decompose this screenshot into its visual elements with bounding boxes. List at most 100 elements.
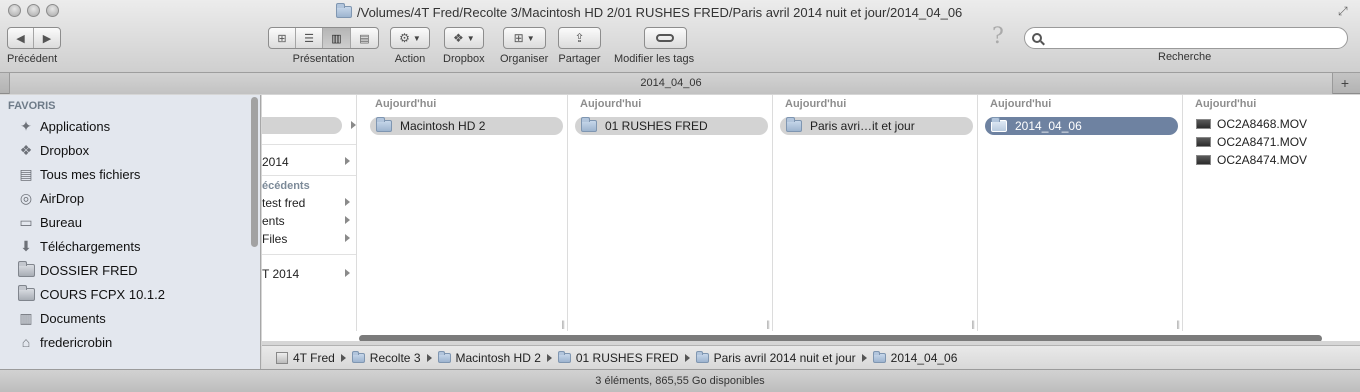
list-view-button[interactable]: ☰: [296, 28, 323, 48]
path-crumb[interactable]: 4T Fred: [276, 351, 335, 365]
drive-icon: [276, 351, 288, 364]
column-header: Aujourd'hui: [1195, 98, 1257, 110]
path-separator-icon: [684, 353, 690, 362]
edit-tags-button[interactable]: [643, 27, 687, 49]
column-header: Aujourd'hui: [990, 98, 1052, 110]
column-resize-handle[interactable]: ||: [971, 319, 975, 329]
list-item[interactable]: test fred: [262, 194, 356, 212]
grid-icon: ⊞: [513, 31, 524, 45]
column-resize-handle[interactable]: ||: [561, 319, 565, 329]
action-button[interactable]: ⚙ ▼: [390, 27, 430, 49]
action-label: Action: [394, 53, 426, 65]
column-3-selected-row[interactable]: Paris avri…it et jour: [780, 117, 987, 135]
folder-icon: [16, 260, 36, 278]
airdrop-icon: ◎: [19, 189, 33, 206]
sidebar-item-desktop[interactable]: ▭ Bureau: [0, 210, 260, 234]
path-bar: 4T Fred Recolte 3 Macintosh HD 2 01 RUSH…: [262, 345, 1360, 369]
file-row[interactable]: OC2A8471.MOV: [1184, 133, 1360, 151]
dropbox-label: Dropbox: [443, 53, 485, 65]
search-input[interactable]: [1046, 29, 1347, 47]
column-5: Aujourd'hui OC2A8468.MOV OC2A8471.MOV OC…: [1184, 95, 1360, 331]
folder-icon: [351, 350, 365, 363]
folder-icon: [437, 350, 451, 363]
sidebar-item-label: Téléchargements: [40, 238, 141, 254]
column-0-subhead: écédents: [262, 180, 310, 192]
column-header: Aujourd'hui: [375, 98, 437, 110]
arrange-button[interactable]: ⊞ ▼: [502, 27, 546, 49]
back-button[interactable]: ◀: [8, 28, 34, 48]
share-button[interactable]: ⇪: [558, 27, 601, 49]
column-0-selected-row[interactable]: [262, 117, 356, 134]
path-crumb[interactable]: Paris avril 2014 nuit et jour: [695, 350, 856, 365]
coverflow-view-button[interactable]: ▤: [351, 28, 378, 48]
sidebar-item-label: COURS FCPX 10.1.2: [40, 286, 165, 302]
path-crumb[interactable]: Recolte 3: [351, 350, 421, 365]
zoom-window-button[interactable]: [46, 4, 59, 17]
list-item[interactable]: ents: [262, 212, 356, 230]
path-separator-icon: [861, 353, 867, 362]
sidebar-item-downloads[interactable]: ⬇ Téléchargements: [0, 234, 260, 258]
view-label: Présentation: [292, 53, 355, 65]
chevron-down-icon: ▼: [526, 33, 535, 43]
sidebar-scrollbar[interactable]: [251, 97, 258, 247]
window-title-text: /Volumes/4T Fred/Recolte 3/Macintosh HD …: [357, 4, 963, 20]
sidebar-item-airdrop[interactable]: ◎ AirDrop: [0, 186, 260, 210]
file-row[interactable]: OC2A8468.MOV: [1184, 115, 1360, 133]
share-icon: ⇪: [574, 31, 585, 45]
folder-icon: [557, 350, 571, 363]
list-item[interactable]: 2014: [262, 153, 356, 171]
tab-current[interactable]: 2014_04_06: [9, 73, 1333, 94]
sidebar-item-label: Bureau: [40, 214, 82, 230]
path-separator-icon: [340, 353, 346, 362]
sidebar-item-dropbox[interactable]: ❖ Dropbox: [0, 138, 260, 162]
path-separator-icon: [426, 353, 432, 362]
icon-view-button[interactable]: ⊞: [269, 28, 296, 48]
sidebar: FAVORIS ✦ Applications ❖ Dropbox ▤ Tous …: [0, 95, 261, 369]
list-item[interactable]: Files: [262, 230, 356, 248]
forward-button[interactable]: ▶: [34, 28, 60, 48]
path-crumb[interactable]: 01 RUSHES FRED: [557, 350, 679, 365]
downloads-icon: ⬇: [20, 237, 32, 254]
sidebar-item-dossier-fred[interactable]: DOSSIER FRED: [0, 258, 260, 282]
list-item[interactable]: T 2014: [262, 265, 356, 283]
file-row[interactable]: OC2A8474.MOV: [1184, 151, 1360, 169]
column-2-selected-row[interactable]: 01 RUSHES FRED: [575, 117, 782, 135]
column-view-button[interactable]: ▥: [323, 28, 351, 48]
close-window-button[interactable]: [8, 4, 21, 17]
help-icon[interactable]: ?: [992, 24, 1004, 49]
column-resize-handle[interactable]: ||: [1176, 319, 1180, 329]
fullscreen-icon[interactable]: ⤢: [1338, 4, 1352, 18]
sidebar-item-cours-fcpx[interactable]: COURS FCPX 10.1.2: [0, 282, 260, 306]
path-crumb[interactable]: 2014_04_06: [872, 350, 957, 365]
search-label: Recherche: [1158, 51, 1212, 63]
chevron-down-icon: ▼: [412, 33, 421, 43]
column-resize-handle[interactable]: ||: [766, 319, 770, 329]
column-header: Aujourd'hui: [785, 98, 847, 110]
column-1-selected-row[interactable]: Macintosh HD 2: [370, 117, 577, 135]
sidebar-item-applications[interactable]: ✦ Applications: [0, 114, 260, 138]
sidebar-item-label: Applications: [40, 118, 111, 134]
sidebar-item-home[interactable]: ⌂ fredericrobin: [0, 330, 260, 354]
new-tab-button[interactable]: +: [1336, 74, 1354, 92]
disclosure-arrow-icon: [351, 121, 356, 129]
search-field[interactable]: [1024, 27, 1348, 49]
folder-icon: [376, 117, 392, 132]
column-4-selected-row[interactable]: 2014_04_06: [985, 117, 1192, 135]
column-3: Aujourd'hui Paris avri…it et jour ||: [774, 95, 987, 331]
arrange-group: ⊞ ▼ Organiser: [500, 27, 548, 65]
path-crumb[interactable]: Macintosh HD 2: [437, 350, 541, 365]
arrange-label: Organiser: [500, 53, 549, 65]
desktop-icon: ▭: [19, 213, 33, 230]
movie-file-icon: [1196, 137, 1211, 147]
path-separator-icon: [546, 353, 552, 362]
home-icon: ⌂: [21, 334, 31, 350]
sidebar-item-all-files[interactable]: ▤ Tous mes fichiers: [0, 162, 260, 186]
minimize-window-button[interactable]: [27, 4, 40, 17]
sidebar-item-label: Documents: [40, 310, 106, 326]
folder-icon: [786, 117, 802, 132]
share-group: ⇪ Partager: [558, 27, 601, 65]
sidebar-item-documents[interactable]: ▥ Documents: [0, 306, 260, 330]
window-title: /Volumes/4T Fred/Recolte 3/Macintosh HD …: [336, 3, 962, 21]
dropbox-button[interactable]: ❖ ▼: [443, 27, 484, 49]
horizontal-scrollbar[interactable]: [359, 335, 1322, 341]
